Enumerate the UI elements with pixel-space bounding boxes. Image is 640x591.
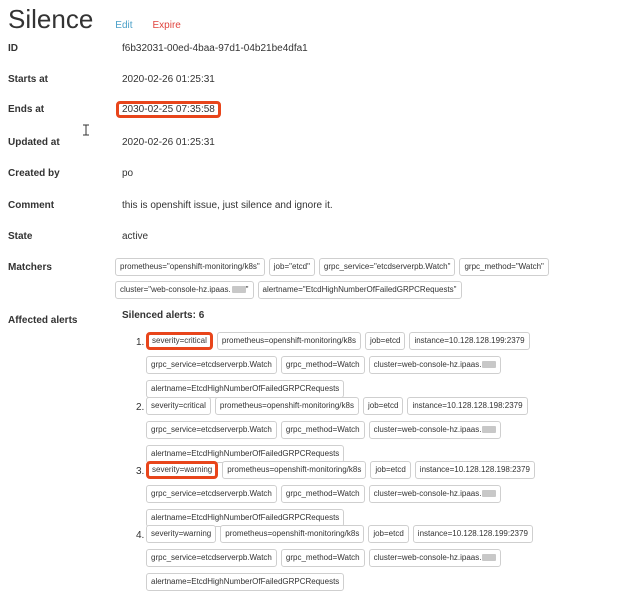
label-chip[interactable]: prometheus=openshift-monitoring/k8s bbox=[214, 397, 359, 415]
label-cluster-text: cluster=web-console-hz.ipaas. bbox=[373, 425, 482, 434]
label-chip[interactable]: cluster=web-console-hz.ipaas. bbox=[368, 485, 502, 503]
redacted-text bbox=[482, 361, 497, 369]
alert-number: 1. bbox=[136, 337, 145, 348]
label-chip[interactable]: grpc_service=etcdserverpb.Watch bbox=[146, 549, 277, 567]
starts-at-label: Starts at bbox=[8, 74, 49, 85]
starts-at-value: 2020-02-26 01:25:31 bbox=[122, 74, 215, 85]
label-chip[interactable]: instance=10.128.128.198:2379 bbox=[414, 461, 535, 479]
label-chip[interactable]: job=etcd bbox=[370, 461, 411, 479]
matchers-list: prometheus="openshift-monitoring/k8s" jo… bbox=[115, 258, 585, 299]
field-ends-at: Ends at 2030-02-25 07:35:58 bbox=[8, 101, 628, 120]
redacted-text bbox=[482, 426, 497, 434]
label-chip[interactable]: job=etcd bbox=[368, 525, 409, 543]
ends-at-value: 2030-02-25 07:35:58 bbox=[116, 101, 221, 118]
label-chip[interactable]: grpc_service=etcdserverpb.Watch bbox=[146, 356, 277, 374]
label-chip[interactable]: grpc_method=Watch bbox=[280, 421, 365, 439]
label-chip[interactable]: job=etcd bbox=[364, 332, 406, 350]
matcher-chip[interactable]: grpc_service="etcdserverpb.Watch" bbox=[318, 258, 456, 276]
label-chip-severity[interactable]: severity=warning bbox=[146, 525, 217, 543]
alert-number: 2. bbox=[136, 402, 145, 413]
matcher-chip[interactable]: alertname="EtcdHighNumberOfFailedGRPCReq… bbox=[257, 281, 462, 299]
label-chip[interactable]: prometheus=openshift-monitoring/k8s bbox=[220, 525, 365, 543]
label-chip[interactable]: alertname=EtcdHighNumberOfFailedGRPCRequ… bbox=[146, 380, 345, 398]
field-comment: Comment this is openshift issue, just si… bbox=[8, 200, 628, 216]
label-chip-severity[interactable]: severity=critical bbox=[146, 332, 213, 350]
page-title: Silence bbox=[8, 4, 94, 34]
alert-labels: severity=critical prometheus=openshift-m… bbox=[146, 397, 586, 463]
field-created-by: Created by po bbox=[8, 168, 628, 184]
matcher-chip[interactable]: prometheus="openshift-monitoring/k8s" bbox=[115, 258, 265, 276]
ends-at-label: Ends at bbox=[8, 104, 45, 115]
label-chip[interactable]: alertname=EtcdHighNumberOfFailedGRPCRequ… bbox=[146, 573, 345, 591]
redacted-text bbox=[231, 286, 246, 294]
field-starts-at: Starts at 2020-02-26 01:25:31 bbox=[8, 74, 628, 90]
alert-labels: severity=warning prometheus=openshift-mo… bbox=[146, 461, 586, 527]
updated-at-label: Updated at bbox=[8, 137, 60, 148]
text-cursor-icon bbox=[83, 124, 89, 136]
ends-at-highlight: 2030-02-25 07:35:58 bbox=[116, 101, 221, 118]
expire-link[interactable]: Expire bbox=[153, 20, 181, 31]
updated-at-value: 2020-02-26 01:25:31 bbox=[122, 137, 215, 148]
state-label: State bbox=[8, 231, 33, 242]
label-chip[interactable]: grpc_service=etcdserverpb.Watch bbox=[146, 485, 277, 503]
comment-label: Comment bbox=[8, 200, 55, 211]
matcher-chip[interactable]: job="etcd" bbox=[268, 258, 315, 276]
matchers-label: Matchers bbox=[8, 262, 52, 273]
label-chip[interactable]: prometheus=openshift-monitoring/k8s bbox=[216, 332, 361, 350]
alert-number: 3. bbox=[136, 466, 145, 477]
id-label: ID bbox=[8, 43, 18, 54]
field-updated-at: Updated at 2020-02-26 01:25:31 bbox=[8, 137, 628, 153]
label-chip[interactable]: grpc_method=Watch bbox=[280, 549, 365, 567]
label-chip[interactable]: instance=10.128.128.198:2379 bbox=[407, 397, 528, 415]
id-value: f6b32031-00ed-4baa-97d1-04b21be4dfa1 bbox=[122, 43, 308, 54]
matcher-chip[interactable]: grpc_method="Watch" bbox=[459, 258, 549, 276]
label-chip[interactable]: grpc_service=etcdserverpb.Watch bbox=[146, 421, 277, 439]
label-chip-severity[interactable]: severity=warning bbox=[146, 461, 219, 479]
field-id: ID f6b32031-00ed-4baa-97d1-04b21be4dfa1 bbox=[8, 43, 628, 59]
redacted-text bbox=[482, 490, 497, 498]
state-value: active bbox=[122, 231, 149, 242]
alert-labels: severity=critical prometheus=openshift-m… bbox=[146, 332, 586, 398]
label-chip[interactable]: instance=10.128.128.199:2379 bbox=[409, 332, 530, 350]
label-cluster-text: cluster=web-console-hz.ipaas. bbox=[373, 360, 482, 369]
created-by-value: po bbox=[122, 168, 134, 179]
label-chip[interactable]: grpc_method=Watch bbox=[280, 485, 365, 503]
title-row: Silence Edit Expire bbox=[8, 4, 181, 40]
matcher-chip[interactable]: cluster="web-console-hz.ipaas. " bbox=[115, 281, 254, 299]
label-chip[interactable]: cluster=web-console-hz.ipaas. bbox=[368, 421, 502, 439]
redacted-text bbox=[482, 554, 497, 562]
label-cluster-text: cluster=web-console-hz.ipaas. bbox=[373, 489, 482, 498]
label-cluster-text: cluster=web-console-hz.ipaas. bbox=[373, 553, 482, 562]
label-chip[interactable]: instance=10.128.128.199:2379 bbox=[412, 525, 533, 543]
label-chip[interactable]: cluster=web-console-hz.ipaas. bbox=[368, 549, 502, 567]
label-chip-severity[interactable]: severity=critical bbox=[146, 397, 211, 415]
silenced-alerts-title: Silenced alerts: 6 bbox=[122, 310, 205, 321]
label-chip[interactable]: cluster=web-console-hz.ipaas. bbox=[368, 356, 502, 374]
created-by-label: Created by bbox=[8, 168, 60, 179]
label-chip[interactable]: job=etcd bbox=[362, 397, 404, 415]
field-affected-alerts: Affected alerts bbox=[8, 315, 628, 331]
edit-link[interactable]: Edit bbox=[115, 20, 132, 31]
alert-labels: severity=warning prometheus=openshift-mo… bbox=[146, 525, 586, 591]
label-chip[interactable]: grpc_method=Watch bbox=[280, 356, 365, 374]
field-state: State active bbox=[8, 231, 628, 247]
matcher-cluster-text: cluster="web-console-hz.ipaas. bbox=[120, 285, 231, 294]
affected-alerts-label: Affected alerts bbox=[8, 315, 78, 326]
label-chip[interactable]: prometheus=openshift-monitoring/k8s bbox=[222, 461, 367, 479]
comment-value: this is openshift issue, just silence an… bbox=[122, 200, 333, 211]
alert-number: 4. bbox=[136, 530, 145, 541]
